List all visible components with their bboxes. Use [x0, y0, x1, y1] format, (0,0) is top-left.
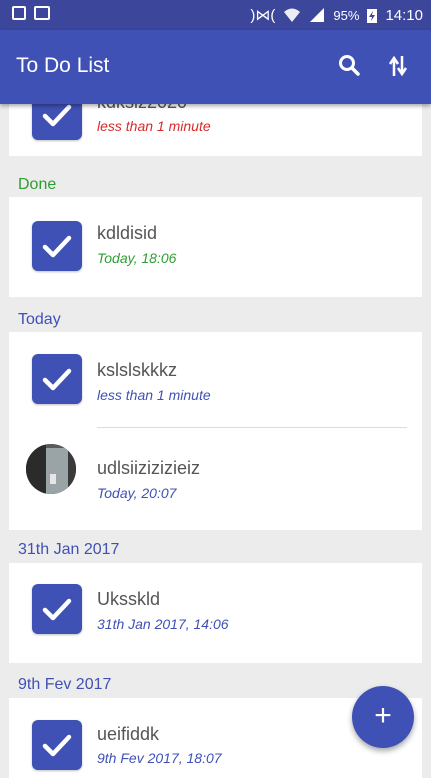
- checkbox[interactable]: [32, 720, 82, 770]
- task-item[interactable]: kslslskkkz less than 1 minute: [9, 332, 422, 428]
- clock: 14:10: [385, 6, 423, 24]
- task-title: kdldisid: [97, 223, 158, 243]
- task-card: kslslskkkz less than 1 minute udlsiizizi…: [9, 332, 422, 530]
- signal-icon: [310, 8, 325, 22]
- section-header-date: 9th Fev 2017: [18, 676, 112, 693]
- plus-icon: +: [374, 699, 392, 732]
- task-title: Uksskld: [97, 589, 161, 609]
- task-title: ueifiddk: [97, 724, 160, 744]
- task-subtitle: 9th Fev 2017, 18:07: [97, 750, 222, 766]
- task-item[interactable]: kdldisid Today, 18:06: [9, 197, 422, 297]
- app-bar: To Do List: [0, 30, 431, 104]
- status-bar: )⋈( 95% 14:10: [0, 0, 431, 30]
- add-task-button[interactable]: +: [352, 686, 414, 748]
- section-header-done: Done: [18, 176, 57, 193]
- status-notifications: [12, 6, 50, 20]
- check-icon: [42, 734, 72, 757]
- check-icon: [42, 368, 72, 391]
- task-title: udlsiizizizieiz: [97, 458, 201, 478]
- task-subtitle: less than 1 minute: [97, 387, 211, 403]
- vibrate-icon: )⋈(: [250, 7, 276, 24]
- search-icon[interactable]: [336, 52, 364, 80]
- sort-icon[interactable]: [384, 52, 412, 80]
- task-item[interactable]: udlsiizizizieiz Today, 20:07: [9, 428, 422, 530]
- battery-percent: 95%: [333, 7, 360, 23]
- task-card: kdldisid Today, 18:06: [9, 197, 422, 297]
- task-subtitle: 31th Jan 2017, 14:06: [97, 616, 229, 632]
- task-card: Uksskld 31th Jan 2017, 14:06: [9, 563, 422, 663]
- checkbox[interactable]: [32, 354, 82, 404]
- task-subtitle: Today, 20:07: [97, 485, 177, 501]
- checkbox[interactable]: [32, 584, 82, 634]
- screenshot-icon: [12, 6, 26, 20]
- app-title: To Do List: [16, 54, 110, 77]
- wifi-icon: [284, 8, 301, 22]
- task-item[interactable]: Uksskld 31th Jan 2017, 14:06: [9, 563, 422, 663]
- section-header-today: Today: [18, 311, 61, 328]
- voicemail-icon: [34, 6, 50, 20]
- avatar-photo: [26, 444, 76, 494]
- battery-charging-icon: [367, 9, 378, 23]
- check-icon: [42, 598, 72, 621]
- check-icon: [42, 235, 72, 258]
- status-indicators: )⋈( 95% 14:10: [250, 6, 423, 25]
- section-header-date: 31th Jan 2017: [18, 541, 120, 558]
- task-subtitle: Today, 18:06: [97, 250, 177, 266]
- task-title: kslslskkkz: [97, 360, 177, 380]
- task-subtitle: less than 1 minute: [97, 118, 211, 134]
- checkbox[interactable]: [32, 221, 82, 271]
